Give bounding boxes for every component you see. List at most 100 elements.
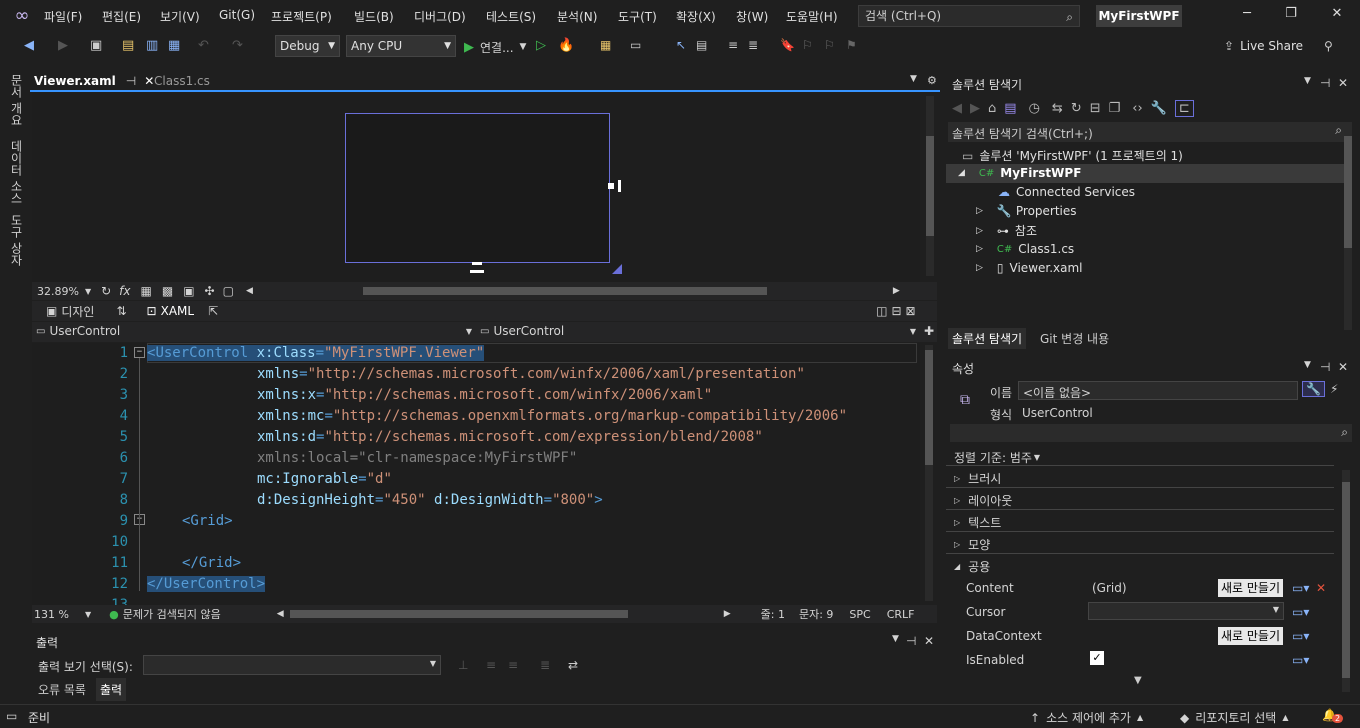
xaml-code-editor[interactable]: − − 1<UserControl x:Class="MyFirstWPF.Vi…: [32, 343, 920, 613]
word-wrap-icon[interactable]: ⇄: [568, 658, 578, 672]
output-source-select[interactable]: ▼: [143, 655, 441, 675]
run-button[interactable]: ▶ 연결... ▼: [464, 38, 526, 56]
close-tab-icon[interactable]: ✕: [144, 74, 154, 88]
category-brush[interactable]: ▷ 브러시: [954, 470, 1001, 487]
pin-icon[interactable]: ⊣: [1320, 360, 1330, 374]
menu-git[interactable]: Git(G): [219, 8, 255, 22]
show-all-files-icon[interactable]: ❐: [1109, 101, 1121, 116]
popout-icon[interactable]: ⇱: [208, 304, 218, 318]
save-icon[interactable]: ▥: [146, 38, 158, 53]
find-message-icon[interactable]: ⊥: [458, 658, 468, 672]
solution-root[interactable]: ▭ 솔루션 'MyFirstWPF' (1 프로젝트의 1): [962, 147, 1183, 164]
outdent-icon[interactable]: ≣: [748, 38, 758, 52]
menu-extensions[interactable]: 확장(X): [676, 8, 716, 25]
home-icon[interactable]: ⌂: [988, 101, 996, 116]
isenabled-checkbox[interactable]: ✓: [1090, 651, 1104, 665]
tree-item-class1[interactable]: ▷ C# Class1.cs: [976, 242, 1074, 256]
start-without-debug-icon[interactable]: ▷: [536, 38, 546, 53]
clear-all-icon[interactable]: ≣: [540, 658, 550, 672]
code-line[interactable]: mc:Ignorable="d": [257, 471, 392, 487]
toolbox-tab[interactable]: 도구 상자: [8, 214, 25, 266]
minimize-icon[interactable]: ─: [1232, 6, 1262, 21]
resize-corner-icon[interactable]: [612, 264, 622, 274]
select-icon[interactable]: ↖: [676, 38, 686, 52]
search-input[interactable]: 검색 (Ctrl+Q) ⌕: [858, 5, 1080, 27]
forward-icon[interactable]: ▶: [970, 101, 980, 116]
menu-analyze[interactable]: 분석(N): [557, 8, 597, 25]
tree-item-references[interactable]: ▷ ⊶ 참조: [976, 222, 1037, 239]
nav-left-select[interactable]: ▭ UserControl ▼: [36, 324, 472, 338]
tab-xaml[interactable]: ⊡ XAML: [147, 304, 195, 318]
split-vertical-icon[interactable]: ◫: [876, 304, 887, 318]
sync-icon[interactable]: ⇆: [1052, 101, 1063, 116]
menu-build[interactable]: 빌드(B): [354, 8, 394, 25]
hot-reload-icon[interactable]: 🔥: [558, 38, 574, 53]
code-vscroll[interactable]: [925, 345, 933, 601]
vs-logo-icon[interactable]: ∞: [8, 5, 36, 27]
project-node[interactable]: ◢ C# MyFirstWPF: [958, 166, 1081, 180]
code-line[interactable]: xmlns="http://schemas.microsoft.com/winf…: [257, 366, 805, 382]
select-repository-button[interactable]: ◆ 리포지토리 선택 ▲: [1180, 709, 1289, 726]
history-icon[interactable]: ◷: [1029, 101, 1040, 116]
menu-tools[interactable]: 도구(T): [618, 8, 657, 25]
close-icon[interactable]: ✕: [924, 634, 934, 648]
split-add-icon[interactable]: ✚: [924, 324, 934, 338]
designer-zoom[interactable]: 32.89%: [37, 285, 79, 298]
line-ending[interactable]: CRLF: [887, 608, 915, 621]
properties-search-input[interactable]: ⌕: [950, 424, 1352, 442]
folder-icon[interactable]: ▦: [600, 38, 611, 52]
indent-icon[interactable]: ≡: [728, 38, 738, 52]
property-marker-icon[interactable]: ▭▾: [1292, 629, 1309, 643]
scroll-thumb[interactable]: [1342, 482, 1350, 678]
menu-project[interactable]: 프로젝트(P): [271, 8, 332, 25]
code-line[interactable]: </Grid>: [182, 555, 241, 571]
solution-vscroll[interactable]: [1344, 130, 1352, 330]
property-marker-icon[interactable]: ▭▾: [1292, 581, 1309, 595]
platform-select[interactable]: Any CPU ▼: [346, 35, 456, 57]
open-folder-icon[interactable]: ▤: [122, 38, 134, 53]
scroll-right-icon[interactable]: ▶: [893, 286, 900, 296]
feedback-icon[interactable]: ⚲: [1324, 39, 1333, 53]
scroll-thumb[interactable]: [926, 136, 934, 236]
tab-solution-explorer[interactable]: 솔루션 탐색기: [948, 328, 1027, 349]
add-to-source-control-button[interactable]: ↑ 소스 제어에 추가 ▲: [1030, 709, 1143, 726]
artboard-icon[interactable]: ▣: [183, 284, 194, 298]
bookmark-clear-icon[interactable]: ⚑: [846, 38, 857, 52]
menu-debug[interactable]: 디버그(D): [414, 8, 466, 25]
code-line[interactable]: xmlns:local="clr-namespace:MyFirstWPF": [257, 450, 577, 466]
menu-window[interactable]: 창(W): [736, 8, 768, 25]
collapse-icon[interactable]: −: [134, 347, 145, 358]
panel-menu-icon[interactable]: ▼: [1304, 76, 1311, 86]
notifications-button[interactable]: 🔔 2: [1322, 708, 1344, 723]
live-share-button[interactable]: ⇪ Live Share: [1224, 39, 1303, 53]
preview-selected-icon[interactable]: ⊏: [1174, 99, 1194, 117]
resize-handle-bottom[interactable]: [472, 262, 482, 265]
back-icon[interactable]: ◀: [952, 101, 962, 116]
scroll-right-icon[interactable]: ▶: [724, 609, 731, 619]
switch-views-icon[interactable]: ▤: [1004, 101, 1016, 116]
chevron-down-icon[interactable]: ▼: [85, 610, 91, 619]
property-marker-icon[interactable]: ▭▾: [1292, 605, 1309, 619]
chevron-down-icon[interactable]: ▼: [85, 287, 91, 296]
pin-icon[interactable]: ⊣: [126, 74, 136, 88]
snap-grid-icon[interactable]: ▩: [162, 284, 173, 298]
collapse-pane-icon[interactable]: ⊠: [906, 304, 916, 318]
code-line[interactable]: </UserControl>: [147, 576, 266, 592]
grid-icon[interactable]: ▦: [141, 284, 152, 298]
save-all-icon[interactable]: ▦: [168, 38, 180, 53]
sort-by-select[interactable]: 정렬 기준: 범주 ▼: [954, 449, 1040, 466]
designer-vscroll[interactable]: [926, 96, 934, 276]
redo-icon[interactable]: ↷: [232, 38, 243, 53]
usercontrol-preview-frame[interactable]: [345, 113, 610, 263]
editor-zoom[interactable]: 131 %: [34, 608, 69, 621]
scroll-left-icon[interactable]: ◀: [246, 286, 253, 296]
bookmark-next-icon[interactable]: ⚐: [824, 38, 835, 52]
menu-view[interactable]: 보기(V): [160, 8, 200, 25]
properties-wrench-icon[interactable]: 🔧: [1302, 381, 1325, 397]
element-icon[interactable]: ▤: [696, 38, 707, 52]
category-common[interactable]: ◢ 공용: [954, 558, 990, 575]
menu-file[interactable]: 파일(F): [44, 8, 82, 25]
scroll-left-icon[interactable]: ◀: [277, 609, 284, 619]
resize-rail-bottom[interactable]: [470, 270, 484, 273]
designer-hscroll-thumb[interactable]: [362, 287, 767, 295]
